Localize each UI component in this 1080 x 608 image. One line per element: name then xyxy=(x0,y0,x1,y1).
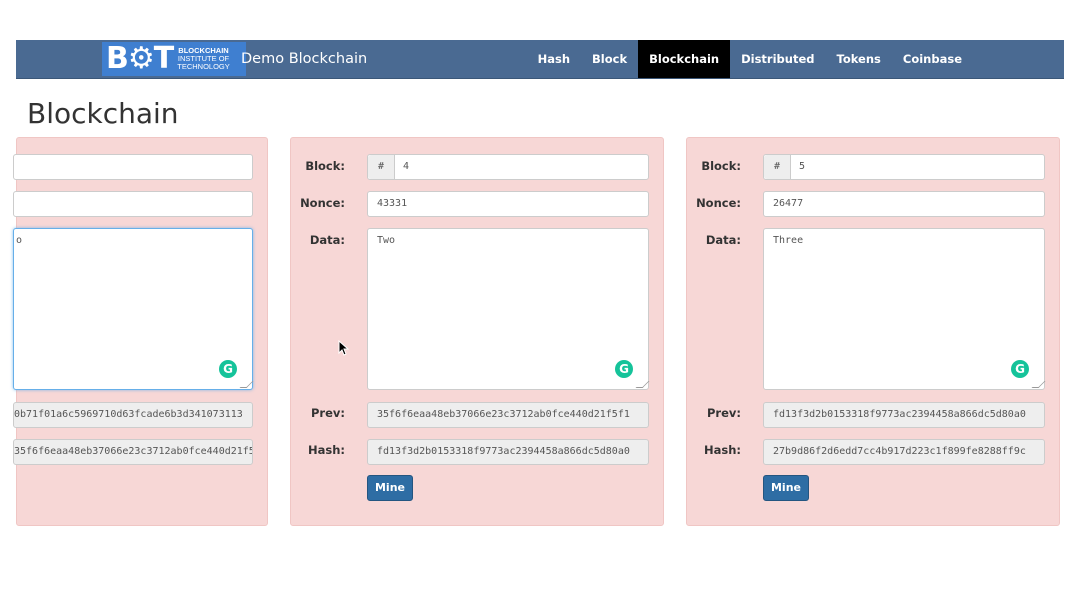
mouse-cursor-icon xyxy=(338,340,350,356)
grammarly-icon[interactable]: G xyxy=(615,360,633,378)
prev-hash-field: fd13f3d2b0153318f9773ac2394458a866dc5d80… xyxy=(763,402,1045,428)
nonce-input[interactable]: 26477 xyxy=(763,191,1045,217)
grammarly-icon[interactable]: G xyxy=(1011,360,1029,378)
hash-field: 35f6f6eaa48eb37066e23c3712ab0fce440d21f5… xyxy=(13,439,253,465)
prev-hash-field: 35f6f6eaa48eb37066e23c3712ab0fce440d21f5… xyxy=(367,402,649,428)
nonce-label: Nonce: xyxy=(696,196,741,210)
logo-line: TECHNOLOGY xyxy=(177,62,230,71)
data-label: Data: xyxy=(309,233,345,247)
data-textarea[interactable]: Three xyxy=(763,228,1045,390)
block-number-value: 4 xyxy=(403,161,410,172)
block-number-input[interactable]: # 4 xyxy=(367,154,649,180)
mine-button[interactable]: Mine xyxy=(367,475,413,501)
nav-item-blockchain[interactable]: Blockchain xyxy=(638,40,731,78)
bit-logo[interactable]: B⚙T BLOCKCHAIN INSTITUTE OF TECHNOLOGY xyxy=(102,42,246,76)
hash-label: Hash: xyxy=(307,443,345,457)
hash-addon: # xyxy=(368,155,395,179)
data-textarea[interactable]: o xyxy=(13,228,253,390)
nav-menu: Hash Block Blockchain Distributed Tokens… xyxy=(527,40,1064,78)
block-number-value: 5 xyxy=(799,161,806,172)
block-panel-3: Block: # 5 Nonce: 26477 Data: Three G Pr… xyxy=(686,137,1060,526)
mine-button[interactable]: Mine xyxy=(763,475,809,501)
hash-field: 27b9d86f2d6edd7cc4b917d223c1f899fe8288ff… xyxy=(763,439,1045,465)
top-navbar: B⚙T BLOCKCHAIN INSTITUTE OF TECHNOLOGY D… xyxy=(16,40,1064,79)
hash-addon: # xyxy=(764,155,791,179)
nonce-input[interactable]: 43331 xyxy=(367,191,649,217)
nav-item-block[interactable]: Block xyxy=(581,40,638,78)
block-label: Block: xyxy=(701,159,741,173)
block-panel-1: o G 0b71f01a6c5969710d63fcade6b3d3410731… xyxy=(13,137,268,526)
block-panel-2: Block: # 4 Nonce: 43331 Data: Two G Prev… xyxy=(290,137,664,526)
block-number-input[interactable]: # 5 xyxy=(763,154,1045,180)
nav-item-tokens[interactable]: Tokens xyxy=(826,40,892,78)
prev-label: Prev: xyxy=(311,406,345,420)
nav-item-distributed[interactable]: Distributed xyxy=(730,40,825,78)
prev-label: Prev: xyxy=(707,406,741,420)
data-textarea[interactable]: Two xyxy=(367,228,649,390)
prev-hash-field: 0b71f01a6c5969710d63fcade6b3d341073113 xyxy=(13,402,253,428)
data-label: Data: xyxy=(705,233,741,247)
hash-field: fd13f3d2b0153318f9773ac2394458a866dc5d80… xyxy=(367,439,649,465)
nav-item-hash[interactable]: Hash xyxy=(527,40,581,78)
page-title: Blockchain xyxy=(27,97,179,130)
block-label: Block: xyxy=(305,159,345,173)
brand-title[interactable]: Demo Blockchain xyxy=(241,40,367,78)
hash-label: Hash: xyxy=(703,443,741,457)
nav-item-coinbase[interactable]: Coinbase xyxy=(892,40,973,78)
grammarly-icon[interactable]: G xyxy=(219,360,237,378)
logo-text: BLOCKCHAIN INSTITUTE OF TECHNOLOGY xyxy=(177,47,230,71)
nonce-input[interactable] xyxy=(13,191,253,217)
nonce-label: Nonce: xyxy=(300,196,345,210)
block-number-input[interactable] xyxy=(13,154,253,180)
logo-mark: B⚙T xyxy=(106,41,174,76)
